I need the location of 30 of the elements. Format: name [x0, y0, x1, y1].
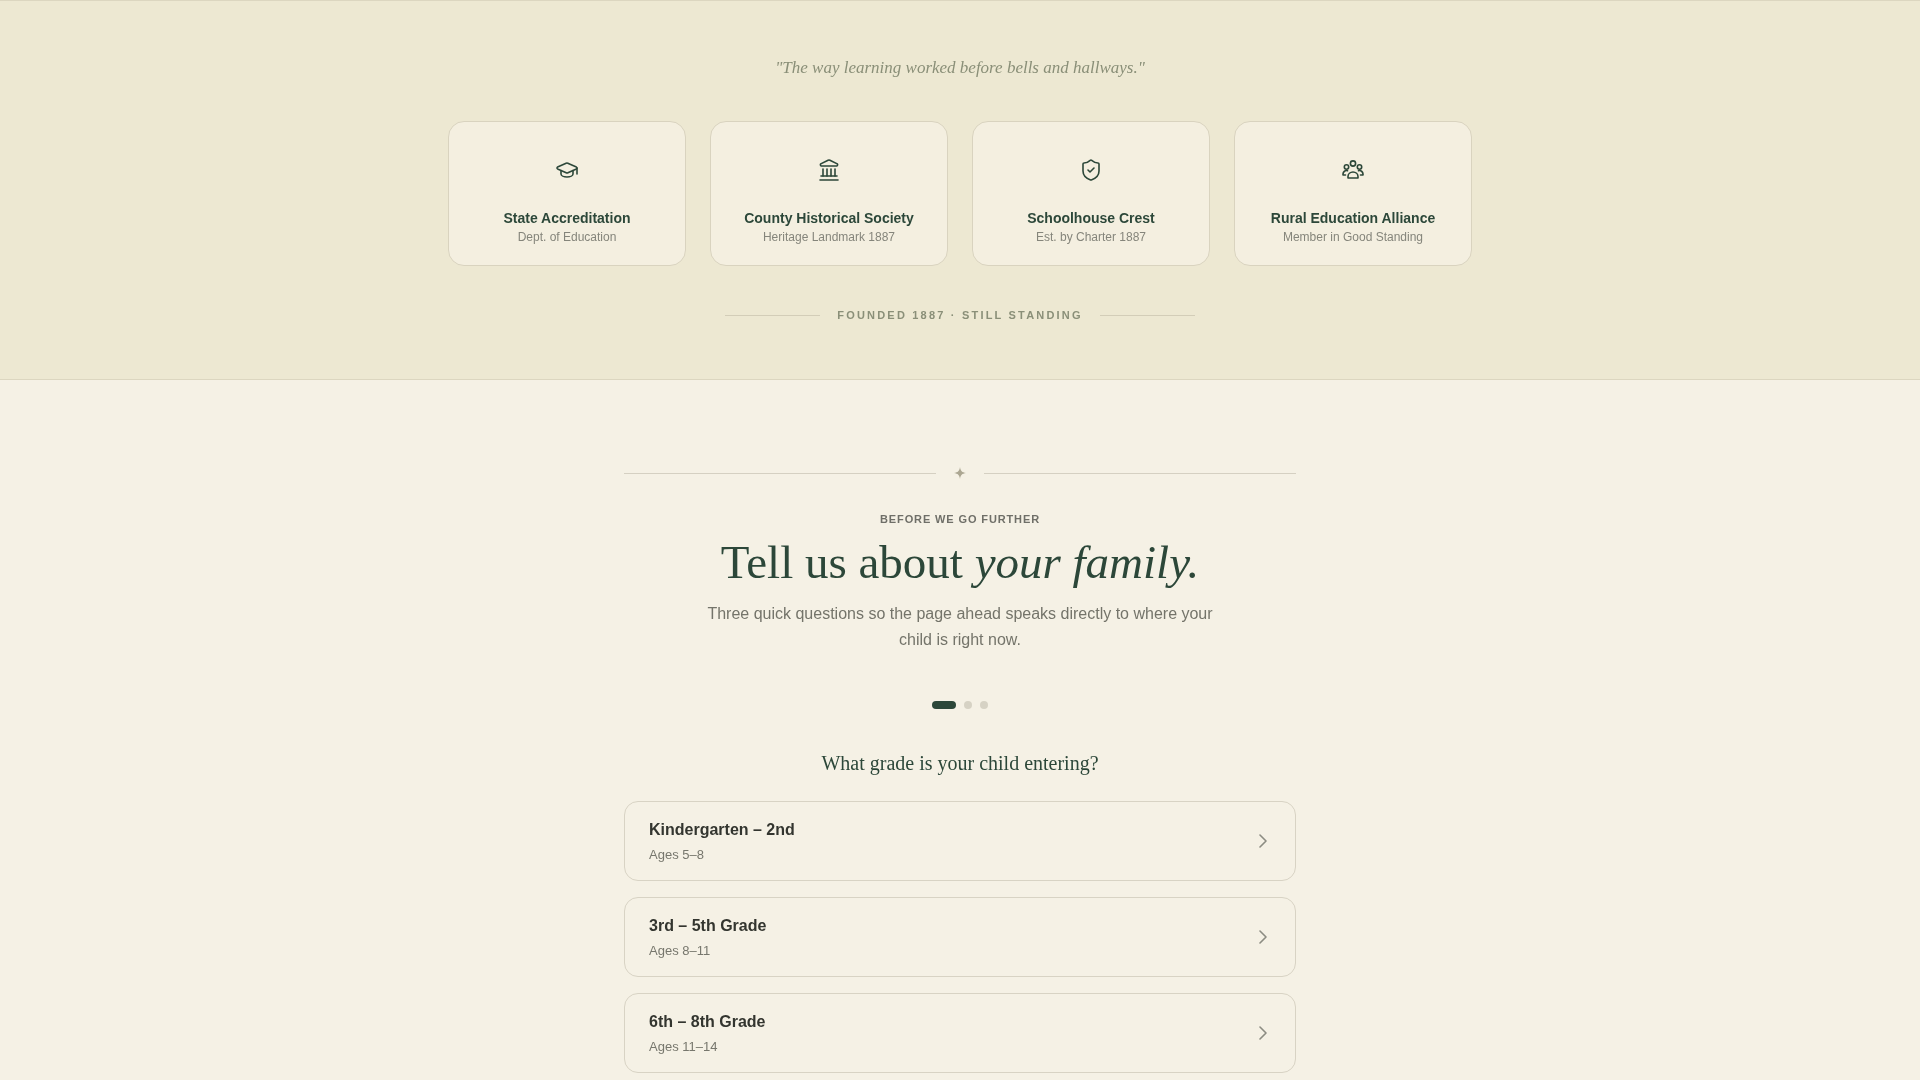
- card-title: Schoolhouse Crest: [1027, 209, 1155, 228]
- option-title: 3rd – 5th Grade: [649, 915, 767, 936]
- card-title: County Historical Society: [744, 209, 914, 228]
- shield-check-icon: [1079, 158, 1103, 182]
- option-title: 6th – 8th Grade: [649, 1011, 766, 1032]
- card-subtitle: Heritage Landmark 1887: [762, 229, 896, 245]
- columned-building-icon: [817, 158, 841, 182]
- grade-option[interactable]: 3rd – 5th Grade Ages 8–11: [624, 897, 1296, 977]
- option-age-range: Ages 5–8: [649, 845, 705, 864]
- section-description: Three quick questions so the page ahead speaks directly to where your child is right now.: [706, 604, 1214, 650]
- option-age-range: Ages 11–14: [649, 1037, 719, 1056]
- chevron-right-icon: [1259, 834, 1267, 848]
- founded-label: FOUNDED 1887 · STILL STANDING: [837, 308, 1083, 323]
- question-prompt: What grade is your child entering?: [821, 751, 1099, 777]
- option-age-range: Ages 8–11: [649, 941, 712, 960]
- sparkle-icon: [954, 467, 966, 479]
- card-subtitle: Dept. of Education: [517, 229, 617, 245]
- section-heading: Tell us about your family.: [720, 536, 1200, 589]
- card-title: State Accreditation: [503, 209, 631, 228]
- card-title: Rural Education Alliance: [1270, 209, 1436, 228]
- quote-text: "The way learning worked before bells and hallways.": [775, 57, 1145, 79]
- card-subtitle: Member in Good Standing: [1282, 229, 1424, 245]
- eyebrow-label: BEFORE WE GO FURTHER: [880, 512, 1040, 527]
- chevron-right-icon: [1259, 1026, 1267, 1040]
- chevron-right-icon: [1259, 930, 1267, 944]
- grade-option[interactable]: 6th – 8th Grade Ages 11–14: [624, 993, 1296, 1073]
- card-subtitle: Est. by Charter 1887: [1035, 229, 1147, 245]
- people-group-icon: [1341, 158, 1365, 182]
- option-title: Kindergarten – 2nd: [649, 819, 795, 840]
- grade-option[interactable]: Kindergarten – 2nd Ages 5–8: [624, 801, 1296, 881]
